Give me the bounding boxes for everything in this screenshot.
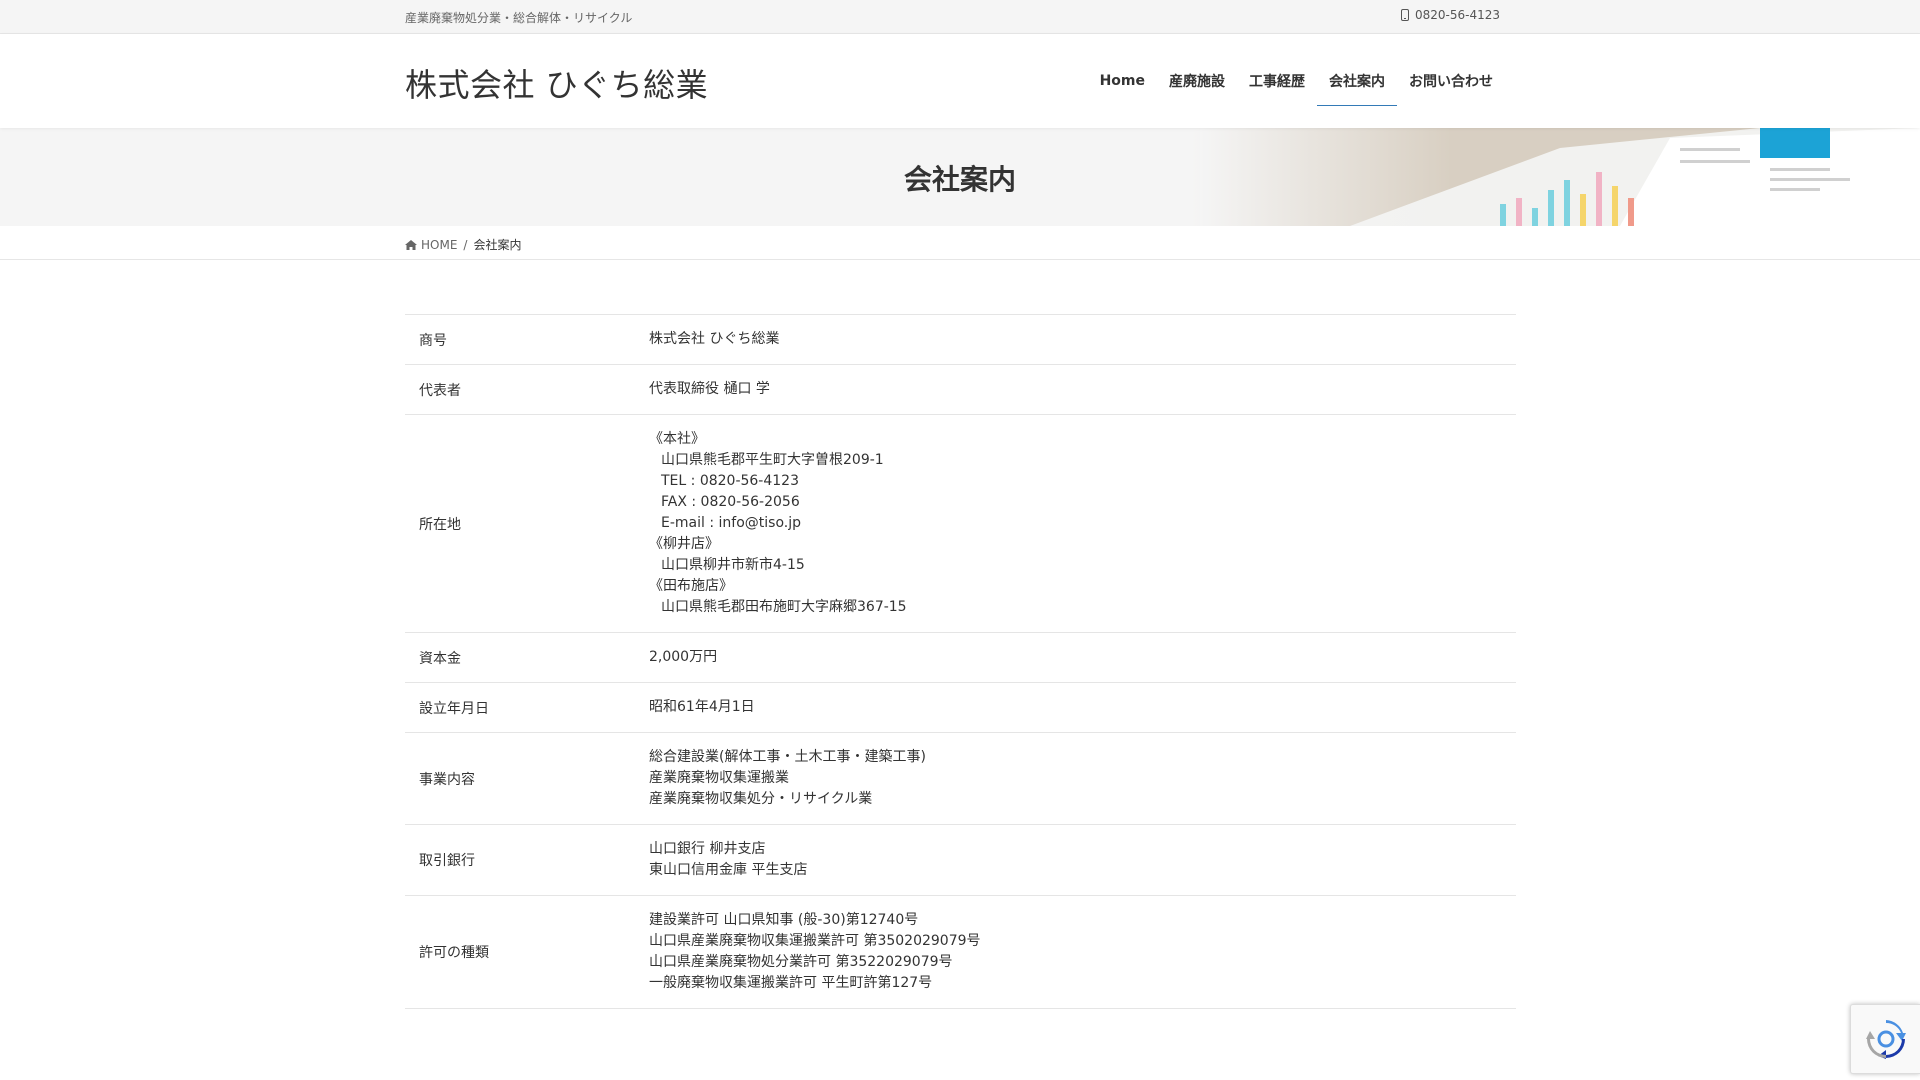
main-content: 商号 株式会社 ひぐち総業 代表者 代表取締役 樋口 学 所在地 《本社》 山口…: [405, 314, 1516, 1009]
value-line: FAX : 0820-56-2056: [661, 494, 800, 510]
value-line: 山口県産業廃棄物収集運搬業許可 第3502029079号: [649, 933, 981, 949]
value-line: 《柳井店》: [649, 536, 719, 552]
site-tagline: 産業廃棄物処分業・総合解体・リサイクル: [405, 11, 633, 25]
row-label-company-name: 商号: [419, 332, 447, 349]
row-label-licenses: 許可の種類: [419, 945, 489, 961]
row-value-capital: 2,000万円: [649, 633, 1516, 683]
mobile-phone-icon: [1400, 9, 1409, 21]
breadcrumb-current: 会社案内: [473, 238, 522, 252]
table-row: 事業内容 総合建設業(解体工事・土木工事・建築工事) 産業廃棄物収集運搬業 産業…: [405, 732, 1516, 825]
recaptcha-logo-icon: [1865, 1020, 1906, 1059]
breadcrumb-home-link[interactable]: HOME: [405, 238, 457, 252]
table-row: 代表者 代表取締役 樋口 学: [405, 364, 1516, 415]
row-value-address: 《本社》 山口県熊毛郡平生町大字曽根209-1 TEL : 0820-56-41…: [649, 415, 1516, 633]
row-value-company-name: 株式会社 ひぐち総業: [649, 315, 1516, 365]
site-header: 株式会社 ひぐち総業 Home 産廃施設 工事経歴 会社案内 お問い合わせ: [0, 34, 1920, 128]
value-line: TEL : 0820-56-4123: [661, 473, 799, 489]
row-label-representative: 代表者: [419, 382, 461, 399]
value-line: 東山口信用金庫 平生支店: [649, 862, 808, 878]
row-value-banks: 山口銀行 柳井支店 東山口信用金庫 平生支店: [649, 825, 1516, 896]
global-nav: Home 産廃施設 工事経歴 会社案内 お問い合わせ: [1088, 34, 1505, 128]
page-title: 会社案内: [903, 163, 1016, 196]
table-row: 設立年月日 昭和61年4月1日: [405, 682, 1516, 733]
phone-number: 0820-56-4123: [1414, 8, 1500, 22]
page-header-banner: 会社案内: [0, 128, 1920, 226]
row-value-business: 総合建設業(解体工事・土木工事・建築工事) 産業廃棄物収集運搬業 産業廃棄物収集…: [649, 733, 1516, 825]
value-line: 株式会社 ひぐち総業: [649, 331, 780, 347]
row-label-banks: 取引銀行: [419, 853, 475, 869]
row-label-business: 事業内容: [419, 771, 475, 788]
value-line: 代表取締役 樋口 学: [649, 381, 770, 397]
value-line: 山口銀行 柳井支店: [649, 841, 766, 857]
breadcrumb-home-label: HOME: [421, 237, 458, 252]
company-info-table: 商号 株式会社 ひぐち総業 代表者 代表取締役 樋口 学 所在地 《本社》 山口…: [405, 314, 1516, 1009]
row-value-licenses: 建設業許可 山口県知事 (般-30)第12740号 山口県産業廃棄物収集運搬業許…: [649, 896, 1516, 1009]
home-icon: [405, 239, 417, 250]
value-line: 山口県産業廃棄物処分業許可 第3522029079号: [649, 954, 953, 970]
value-line: 山口県熊毛郡田布施町大字麻郷367-15: [661, 599, 907, 615]
nav-item-company[interactable]: 会社案内: [1317, 34, 1397, 128]
row-label-address: 所在地: [419, 516, 461, 533]
value-line: 総合建設業(解体工事・土木工事・建築工事): [649, 749, 926, 765]
nav-item-contact[interactable]: お問い合わせ: [1397, 34, 1505, 128]
topbar-phone[interactable]: 0820-56-4123: [1400, 8, 1500, 22]
nav-item-facilities[interactable]: 産廃施設: [1157, 34, 1237, 128]
breadcrumb: HOME / 会社案内: [0, 226, 1920, 260]
value-line: 産業廃棄物収集運搬業: [649, 770, 789, 786]
row-label-founded: 設立年月日: [419, 700, 489, 717]
nav-item-works[interactable]: 工事経歴: [1237, 34, 1317, 128]
value-line: 昭和61年4月1日: [649, 699, 755, 715]
nav-item-home[interactable]: Home: [1088, 34, 1157, 128]
value-line: E-mail : info@tiso.jp: [661, 515, 801, 531]
value-line: 《田布施店》: [649, 578, 733, 594]
table-row: 資本金 2,000万円: [405, 632, 1516, 683]
row-value-representative: 代表取締役 樋口 学: [649, 365, 1516, 415]
top-bar: 産業廃棄物処分業・総合解体・リサイクル 0820-56-4123: [0, 0, 1920, 34]
site-title[interactable]: 株式会社 ひぐち総業: [405, 60, 708, 106]
value-line: 《本社》: [649, 431, 705, 447]
row-value-founded: 昭和61年4月1日: [649, 683, 1516, 733]
value-line: 山口県熊毛郡平生町大字曽根209-1: [661, 452, 884, 468]
table-row: 取引銀行 山口銀行 柳井支店 東山口信用金庫 平生支店: [405, 824, 1516, 896]
value-line: 山口県柳井市新市4-15: [661, 557, 805, 573]
table-row: 許可の種類 建設業許可 山口県知事 (般-30)第12740号 山口県産業廃棄物…: [405, 895, 1516, 1009]
value-line: 産業廃棄物収集処分・リサイクル業: [649, 791, 873, 807]
table-row: 所在地 《本社》 山口県熊毛郡平生町大字曽根209-1 TEL : 0820-5…: [405, 414, 1516, 633]
breadcrumb-separator: /: [463, 237, 468, 252]
value-line: 建設業許可 山口県知事 (般-30)第12740号: [649, 912, 919, 928]
value-line: 2,000万円: [649, 649, 718, 665]
table-row: 商号 株式会社 ひぐち総業: [405, 314, 1516, 365]
row-label-capital: 資本金: [419, 650, 461, 667]
recaptcha-badge[interactable]: [1850, 1004, 1920, 1074]
value-line: 一般廃棄物収集運搬業許可 平生町許第127号: [649, 975, 933, 991]
